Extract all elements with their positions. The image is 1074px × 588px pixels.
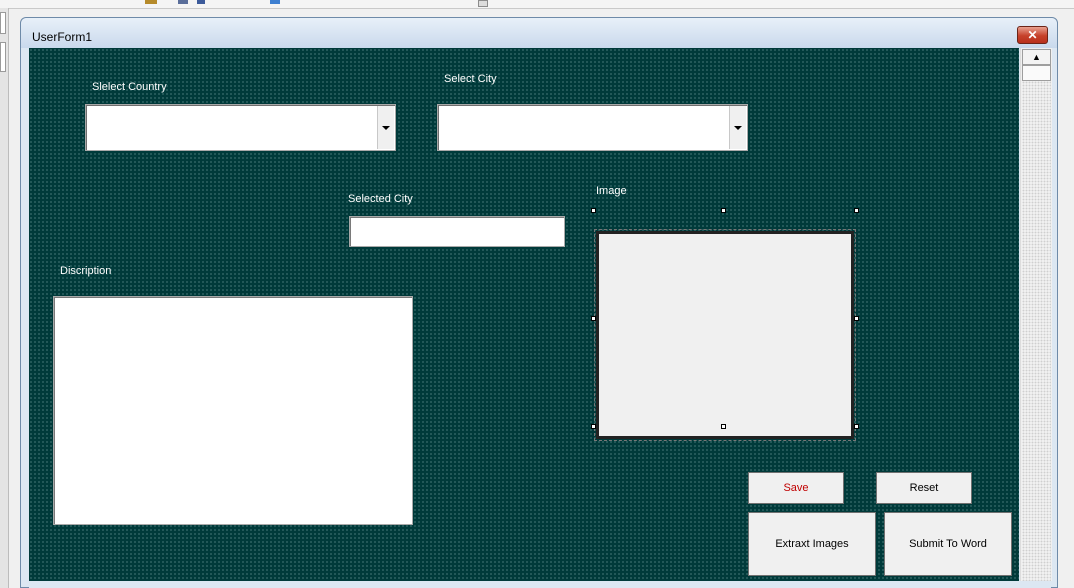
description-label: Discription: [60, 265, 112, 277]
scroll-thumb[interactable]: [1022, 65, 1051, 81]
toolbar-icon: [197, 0, 205, 4]
host-toolbar-strip: [0, 0, 1074, 9]
toolbar-icon: [270, 0, 280, 4]
resize-handle[interactable]: [591, 316, 596, 321]
select-city-label: Select City: [444, 73, 497, 85]
resize-handle[interactable]: [591, 424, 596, 429]
resize-handle[interactable]: [854, 208, 859, 213]
description-textbox[interactable]: [53, 296, 413, 525]
vertical-scrollbar[interactable]: ▲: [1020, 48, 1052, 581]
city-combobox[interactable]: [437, 104, 748, 151]
select-country-label: Slelect Country: [92, 81, 167, 93]
image-frame[interactable]: [594, 229, 856, 441]
chevron-down-icon[interactable]: [729, 106, 746, 149]
form-canvas: Slelect Country Select City Selected Cit…: [29, 48, 1019, 581]
window-bottom-border: [29, 581, 1051, 588]
host-left-gutter: [0, 8, 9, 588]
toolbar-icon: [145, 0, 157, 4]
gutter-control: [0, 42, 6, 72]
close-button[interactable]: ✕: [1017, 26, 1048, 44]
gutter-control: [0, 12, 6, 34]
resize-handle[interactable]: [854, 424, 859, 429]
scroll-track[interactable]: [1022, 81, 1051, 581]
submit-to-word-button[interactable]: Submit To Word: [884, 512, 1012, 576]
window-title: UserForm1: [32, 30, 93, 44]
resize-handle[interactable]: [721, 208, 726, 213]
userform-window: UserForm1 ✕ Slelect Country Select City …: [20, 17, 1058, 588]
toolbar-icon: [178, 0, 188, 4]
toolbar-dropdown-button[interactable]: [478, 0, 488, 7]
reset-button[interactable]: Reset: [876, 472, 972, 504]
country-combobox[interactable]: [85, 104, 396, 151]
selected-city-label: Selected City: [348, 193, 413, 205]
save-button[interactable]: Save: [748, 472, 844, 504]
arrow-up-icon: ▲: [1032, 52, 1041, 62]
extract-images-button[interactable]: Extraxt Images: [748, 512, 876, 576]
resize-handle[interactable]: [591, 208, 596, 213]
image-label: Image: [596, 185, 627, 197]
chevron-down-icon[interactable]: [377, 106, 394, 149]
selected-city-textbox[interactable]: [349, 216, 565, 247]
resize-handle[interactable]: [721, 424, 726, 429]
title-bar[interactable]: UserForm1 ✕: [21, 18, 1057, 48]
close-icon: ✕: [1027, 28, 1038, 42]
resize-handle[interactable]: [854, 316, 859, 321]
scroll-up-button[interactable]: ▲: [1022, 49, 1051, 65]
